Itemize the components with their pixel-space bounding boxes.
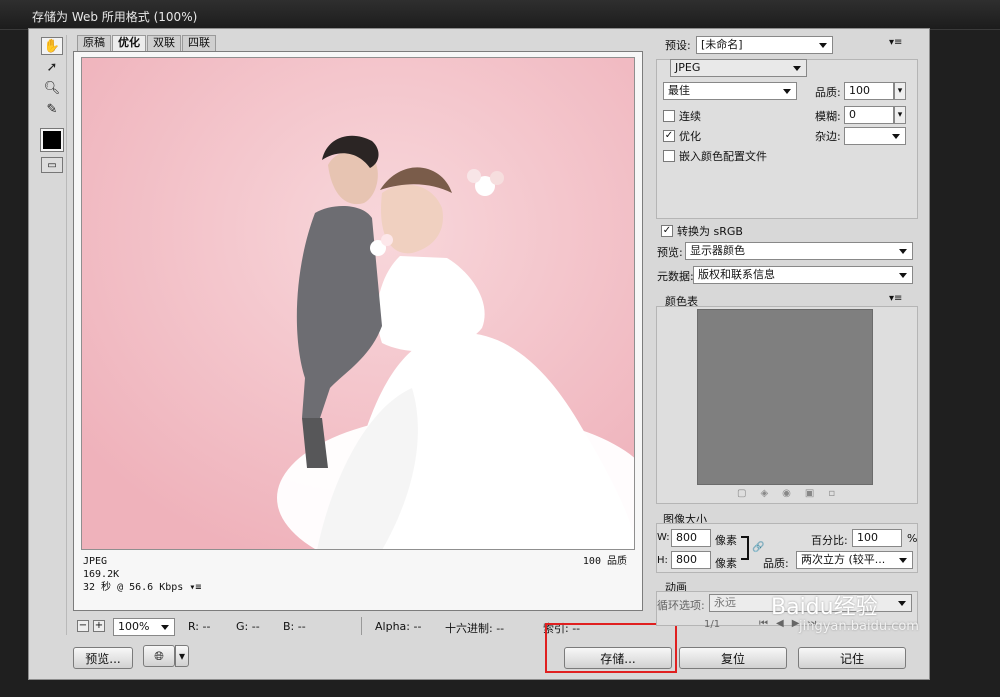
download-speed-menu-icon[interactable]: ▾≡ [189, 581, 201, 594]
height-field[interactable]: 800 [671, 551, 711, 569]
preview-image[interactable] [81, 57, 635, 550]
quality-readout: 100 品质 [582, 556, 627, 567]
view-tabs: 原稿 优化 双联 四联 [77, 35, 217, 51]
embed-profile-label: 嵌入颜色配置文件 [679, 150, 767, 163]
embed-profile-checkbox[interactable] [663, 150, 675, 162]
hand-tool-icon[interactable]: ✋ [41, 37, 63, 55]
highlight-annotation [545, 623, 677, 673]
convert-srgb-label: 转换为 sRGB [677, 225, 743, 238]
metadata-label: 元数据: [657, 270, 694, 283]
color-table-tools-icon[interactable]: ▢◈◉▣▫ [737, 488, 849, 499]
wedding-photo-illustration [82, 58, 634, 549]
zoom-tool-icon[interactable]: 🔍︎ [41, 79, 63, 97]
browser-menu-chevron-down-icon[interactable]: ▾ [175, 645, 189, 667]
optimized-label: 优化 [679, 130, 701, 143]
preset-menu-icon[interactable]: ▾≡ [889, 37, 902, 48]
link-icon[interactable]: 🔗 [752, 542, 764, 553]
format-select[interactable]: JPEG [670, 59, 807, 77]
matte-select[interactable] [844, 127, 906, 145]
quality-preset-select[interactable]: 最佳 [663, 82, 797, 100]
preview-select[interactable]: 显示器颜色 [685, 242, 913, 260]
preview-pane: JPEG 169.2K 32 秒 @ 56.6 Kbps ▾≡ 100 品质 [73, 51, 643, 611]
preset-select[interactable]: [未命名] [696, 36, 833, 54]
width-unit: 像素 [715, 534, 737, 547]
reset-button[interactable]: 复位 [679, 647, 787, 669]
watermark-logo: Baidu经验 [771, 595, 878, 620]
width-label: W: [657, 532, 670, 543]
progressive-checkbox[interactable] [663, 110, 675, 122]
frame-counter: 1/1 [704, 619, 721, 630]
blur-label: 模糊: [815, 110, 841, 123]
color-table-swatch-area [697, 309, 873, 485]
quality-field[interactable]: 100 [844, 82, 894, 100]
convert-srgb-checkbox[interactable]: ✓ [661, 225, 673, 237]
optimized-checkbox[interactable]: ✓ [663, 130, 675, 142]
g-readout: G: -- [236, 620, 260, 633]
resample-select[interactable]: 两次立方 (较平... [796, 551, 913, 569]
file-size: 169.2K [83, 569, 120, 580]
tab-2up[interactable]: 双联 [147, 35, 181, 51]
save-for-web-dialog: ✋ ➚ 🔍︎ ✎ ▭ 原稿 优化 双联 四联 JPEG 169.2K 32 秒 … [28, 28, 930, 680]
matte-label: 杂边: [815, 130, 841, 143]
hex-readout: 十六进制: -- [445, 622, 505, 635]
eyedropper-color-swatch[interactable] [40, 128, 64, 152]
quality-label: 品质: [815, 86, 841, 99]
download-time: 32 秒 @ 56.6 Kbps [83, 582, 184, 593]
quality-stepper[interactable]: ▾ [894, 82, 906, 100]
toolbar: ✋ ➚ 🔍︎ ✎ ▭ [37, 35, 67, 635]
preview-label: 预览: [657, 246, 683, 259]
percent-label: 百分比: [811, 534, 848, 547]
eyedropper-tool-icon[interactable]: ✎ [41, 100, 63, 118]
blur-field[interactable]: 0 [844, 106, 894, 124]
slice-select-tool-icon[interactable]: ➚ [41, 58, 63, 76]
watermark-url: jingyan.baidu.com [799, 619, 919, 634]
progressive-label: 连续 [679, 110, 701, 123]
height-label: H: [657, 555, 668, 566]
preview-button[interactable]: 预览... [73, 647, 133, 669]
blur-stepper[interactable]: ▾ [894, 106, 906, 124]
loop-label: 循环选项: [657, 599, 705, 612]
percent-unit: % [907, 532, 918, 545]
r-readout: R: -- [188, 620, 211, 633]
window-title: 存储为 Web 所用格式 (100%) [0, 0, 1000, 30]
toggle-slices-icon[interactable]: ▭ [41, 157, 63, 173]
width-field[interactable]: 800 [671, 529, 711, 547]
file-format: JPEG [83, 556, 108, 567]
remember-button[interactable]: 记住 [798, 647, 906, 669]
preset-label: 预设: [665, 39, 691, 52]
tab-4up[interactable]: 四联 [182, 35, 216, 51]
color-table-menu-icon[interactable]: ▾≡ [889, 293, 902, 304]
preview-info: JPEG 169.2K 32 秒 @ 56.6 Kbps ▾≡ 100 品质 [83, 555, 635, 605]
resample-label: 品质: [763, 557, 789, 570]
zoom-in-button[interactable]: + [93, 620, 105, 632]
zoom-out-button[interactable]: − [77, 620, 89, 632]
tab-optimized[interactable]: 优化 [112, 35, 146, 51]
height-unit: 像素 [715, 557, 737, 570]
metadata-select[interactable]: 版权和联系信息 [693, 266, 913, 284]
b-readout: B: -- [283, 620, 306, 633]
tab-original[interactable]: 原稿 [77, 35, 111, 51]
zoom-select[interactable]: 100% [113, 618, 175, 636]
browser-icon[interactable]: 🌐︎ [143, 645, 175, 667]
alpha-readout: Alpha: -- [375, 620, 422, 633]
constrain-bracket [741, 536, 749, 560]
divider [361, 617, 362, 635]
percent-field[interactable]: 100 [852, 529, 902, 547]
